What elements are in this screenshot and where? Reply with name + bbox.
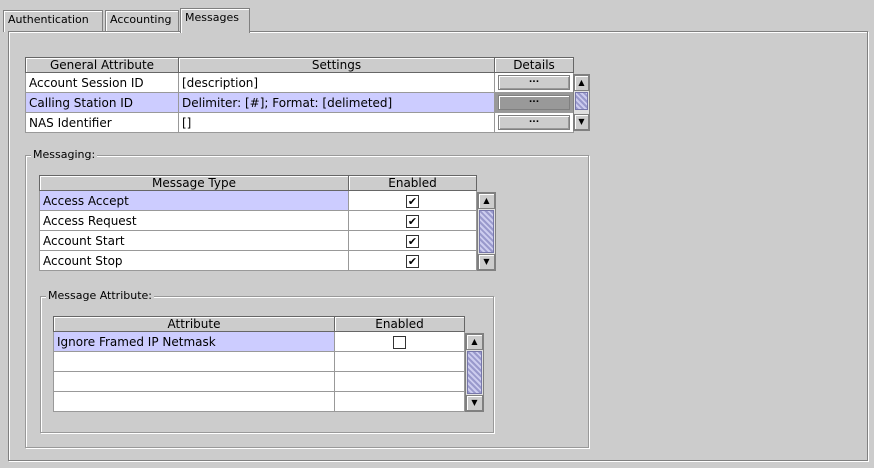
scroll-down-icon[interactable]: ▼ [466, 395, 483, 411]
scroll-up-icon[interactable]: ▲ [466, 334, 483, 350]
table-row[interactable]: Account Stop ✔ [39, 250, 477, 271]
attribute-settings[interactable]: [] [178, 112, 495, 133]
table-row [53, 371, 465, 392]
table-row [53, 391, 465, 412]
attribute-name[interactable]: NAS Identifier [25, 112, 179, 133]
attribute-settings[interactable]: Delimiter: [#]; Format: [delimeted] [178, 92, 495, 113]
scrollbar-thumb[interactable] [479, 210, 494, 253]
scroll-up-icon[interactable]: ▲ [478, 193, 495, 209]
column-header-general-attribute[interactable]: General Attribute [25, 57, 179, 73]
enabled-checkbox[interactable]: ✔ [406, 194, 419, 208]
enabled-checkbox[interactable]: ✔ [406, 214, 419, 228]
details-button[interactable]: ... [498, 95, 570, 110]
tab-messages[interactable]: Messages [180, 8, 250, 33]
messaging-label: Messaging: [31, 148, 98, 161]
attribute-name[interactable]: Account Session ID [25, 72, 179, 93]
enabled-checkbox[interactable]: ✔ [406, 254, 419, 268]
general-attribute-table: General Attribute Settings Details Accou… [25, 57, 574, 133]
table-row[interactable]: Access Accept ✔ [39, 190, 477, 211]
message-attribute-table: Attribute Enabled Ignore Framed IP Netma… [53, 316, 465, 412]
scroll-down-icon[interactable]: ▼ [478, 254, 495, 270]
message-attribute-label: Message Attribute: [46, 289, 154, 302]
enabled-cell [334, 391, 465, 412]
message-attribute-scrollbar[interactable]: ▲ ▼ [465, 333, 484, 412]
tab-accounting[interactable]: Accounting [105, 10, 179, 32]
enabled-checkbox[interactable] [393, 335, 406, 349]
details-button[interactable]: ... [498, 115, 570, 130]
message-type[interactable]: Access Request [39, 210, 349, 231]
table-row[interactable]: NAS Identifier [] ... [25, 112, 574, 133]
attribute-name[interactable]: Calling Station ID [25, 92, 179, 113]
table-row[interactable]: Ignore Framed IP Netmask [53, 331, 465, 352]
message-type-table: Message Type Enabled Access Accept ✔ Acc… [39, 175, 477, 271]
table-row[interactable]: Account Start ✔ [39, 230, 477, 251]
column-header-settings[interactable]: Settings [178, 57, 495, 73]
table-row[interactable]: Calling Station ID Delimiter: [#]; Forma… [25, 92, 574, 113]
attribute-name [53, 351, 335, 372]
scrollbar-thumb[interactable] [467, 351, 482, 394]
column-header-enabled[interactable]: Enabled [348, 175, 477, 191]
scroll-up-icon[interactable]: ▲ [574, 75, 589, 91]
enabled-cell [334, 351, 465, 372]
column-header-attribute[interactable]: Attribute [53, 316, 335, 332]
enabled-cell [334, 371, 465, 392]
message-type[interactable]: Account Stop [39, 250, 349, 271]
tab-authentication[interactable]: Authentication [3, 10, 103, 32]
column-header-message-type[interactable]: Message Type [39, 175, 349, 191]
attribute-name[interactable]: Ignore Framed IP Netmask [53, 331, 335, 352]
scrollbar-thumb[interactable] [575, 92, 588, 110]
column-header-details[interactable]: Details [494, 57, 574, 73]
attribute-name [53, 371, 335, 392]
message-type[interactable]: Access Accept [39, 190, 349, 211]
column-header-enabled[interactable]: Enabled [334, 316, 465, 332]
table-row [53, 351, 465, 372]
message-type[interactable]: Account Start [39, 230, 349, 251]
table-row[interactable]: Account Session ID [description] ... [25, 72, 574, 93]
enabled-checkbox[interactable]: ✔ [406, 234, 419, 248]
messaging-scrollbar[interactable]: ▲ ▼ [477, 192, 496, 271]
attribute-name [53, 391, 335, 412]
scroll-down-icon[interactable]: ▼ [574, 114, 589, 130]
attributes-scrollbar[interactable]: ▲ ▼ [573, 74, 590, 131]
details-button[interactable]: ... [498, 75, 570, 90]
table-row[interactable]: Access Request ✔ [39, 210, 477, 231]
attribute-settings[interactable]: [description] [178, 72, 495, 93]
